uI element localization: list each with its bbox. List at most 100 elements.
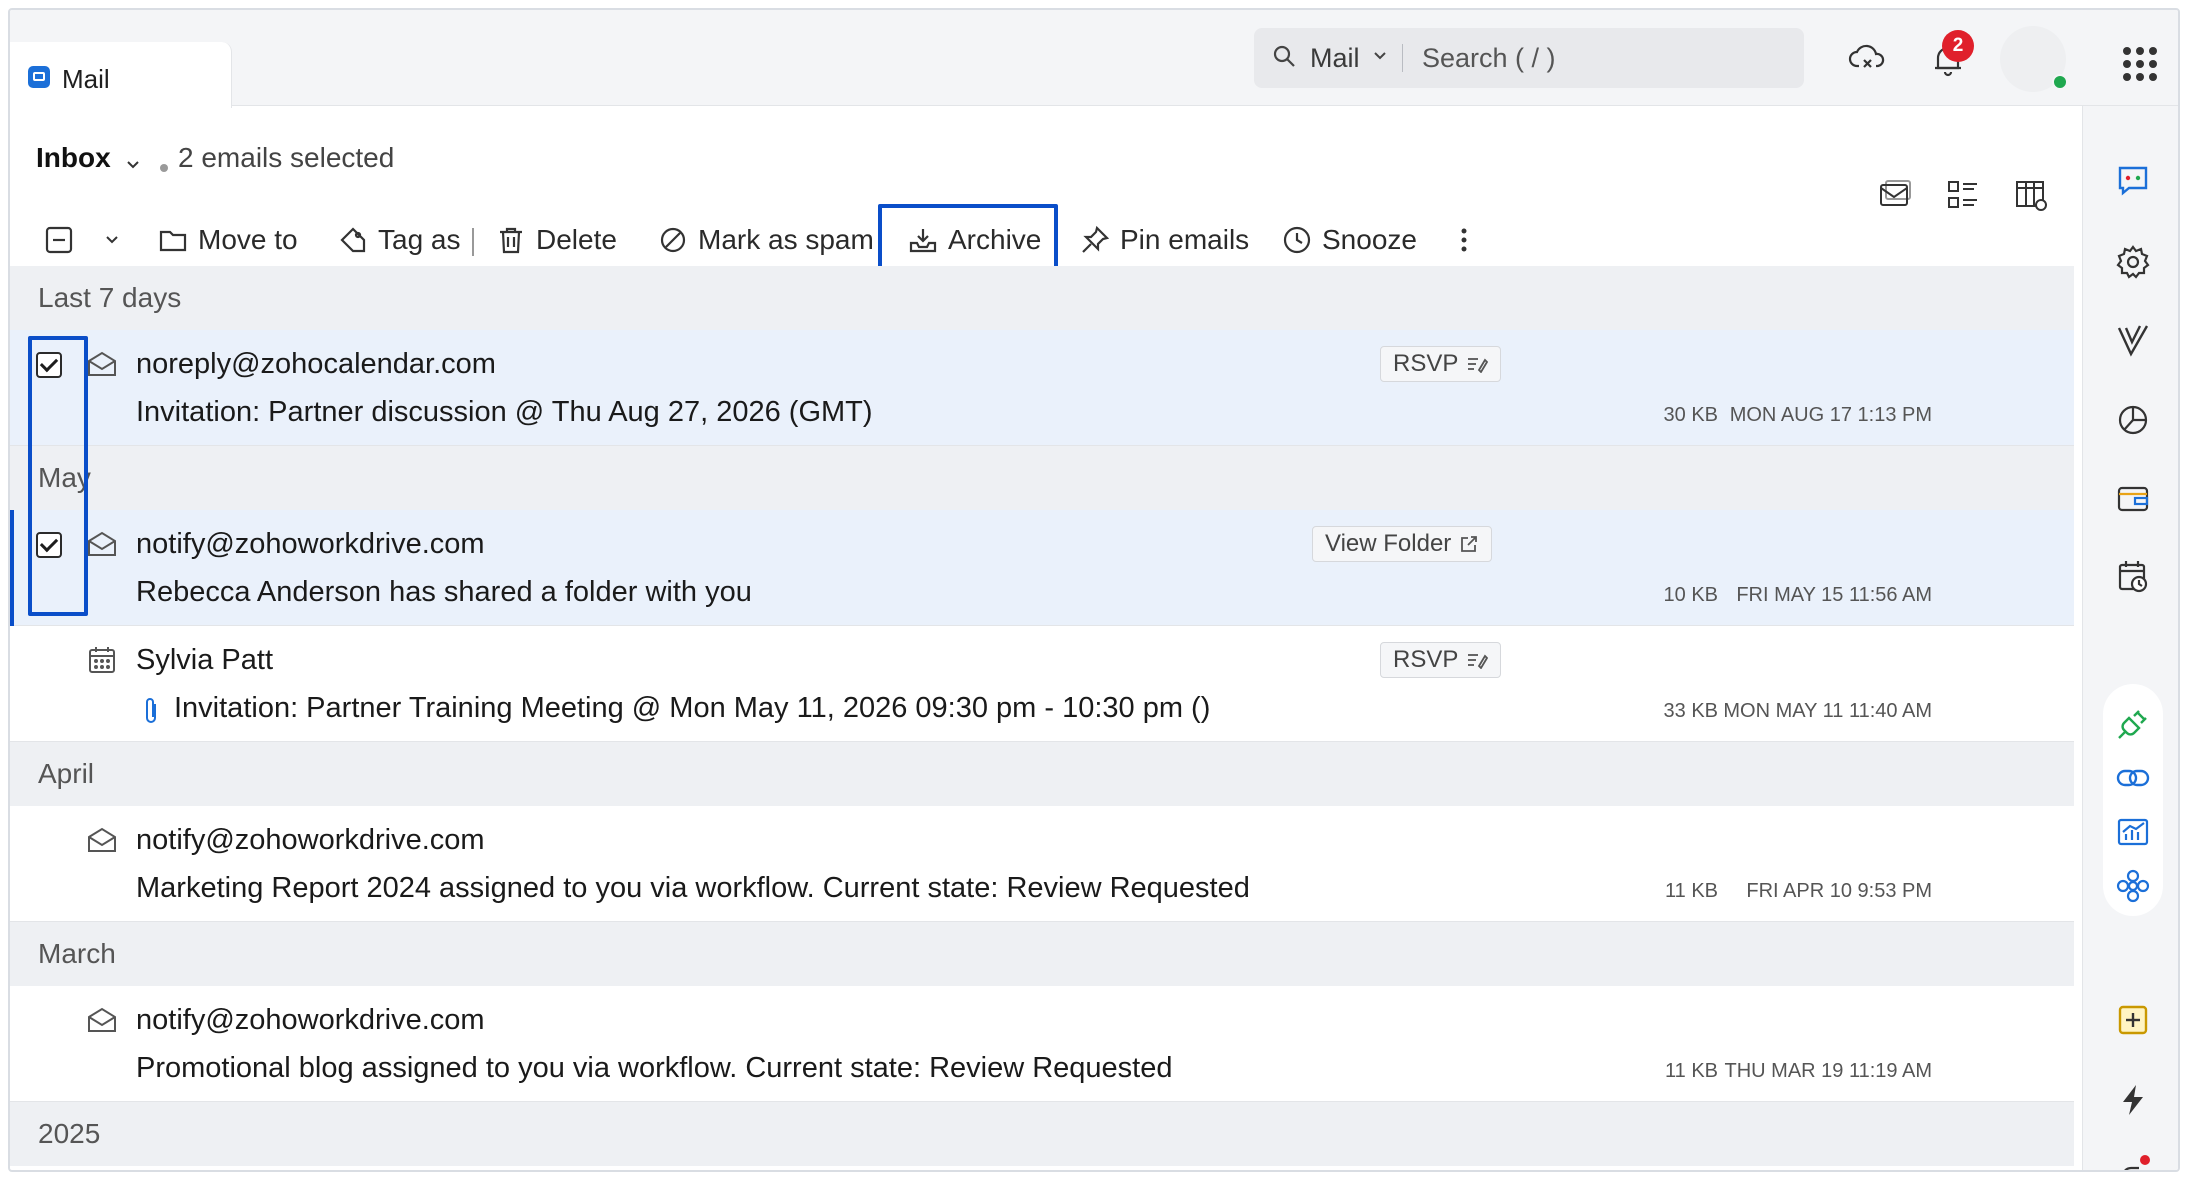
pin-emails-button[interactable]: Pin emails [1080, 210, 1249, 270]
email-subject: Promotional blog assigned to you via wor… [136, 1052, 1173, 1084]
header-dot-separator [160, 164, 168, 172]
select-minus-icon [45, 226, 73, 254]
snooze-button[interactable]: Snooze [1282, 210, 1417, 270]
email-size: 30 KB [1663, 404, 1718, 426]
snooze-label: Snooze [1322, 224, 1417, 255]
chevron-down-icon[interactable] [126, 158, 140, 172]
folder-icon [159, 230, 187, 252]
folder-title[interactable]: Inbox [36, 142, 111, 174]
card-wallet-icon[interactable] [2115, 480, 2151, 516]
calendar-icon [89, 647, 115, 673]
attachment-icon [146, 698, 156, 723]
chat-bot-icon[interactable] [2115, 162, 2151, 198]
rsvp-button[interactable]: RSVP [1380, 642, 1502, 678]
delete-label: Delete [536, 224, 617, 255]
hand-wave-icon[interactable] [2115, 1154, 2151, 1172]
external-link-icon [1461, 536, 1478, 552]
mail-logo-icon [28, 66, 50, 88]
email-size: 33 KB [1663, 700, 1718, 722]
pie-chart-icon[interactable] [2115, 402, 2151, 438]
search-divider [1402, 44, 1403, 72]
email-row[interactable]: noreply@zohocalendar.com RSVP Invitation… [10, 330, 2074, 446]
email-sender: notify@zohoworkdrive.com [136, 824, 485, 856]
group-header-march: March [10, 922, 2074, 986]
spam-block-icon [660, 227, 686, 253]
app-window: Mail Mail Search ( / ) 2 Inbox 2 emails … [8, 8, 2180, 1172]
mark-as-spam-button[interactable]: Mark as spam [658, 210, 874, 270]
column-settings-icon[interactable] [2014, 178, 2048, 212]
view-folder-button[interactable]: View Folder [1312, 526, 1493, 562]
email-date: FRI MAY 15 11:56 AM [1736, 584, 1932, 606]
email-sender: notify@zohoworkdrive.com [136, 528, 485, 560]
search-box[interactable]: Mail Search ( / ) [1254, 28, 1804, 88]
lightning-icon[interactable] [2115, 1082, 2151, 1118]
settings-gear-icon[interactable] [2115, 244, 2151, 280]
top-bar: Mail Mail Search ( / ) 2 [10, 10, 2178, 108]
email-sender: notify@zohoworkdrive.com [136, 1004, 485, 1036]
search-icon [1273, 45, 1295, 67]
email-size: 11 KB [1665, 1060, 1718, 1082]
tab-label: Mail [62, 64, 110, 94]
email-subject: Rebecca Anderson has shared a folder wit… [136, 576, 752, 608]
vault-icon[interactable] [2115, 322, 2151, 358]
reading-pane-icon[interactable] [1878, 178, 1912, 212]
tab-mail[interactable]: Mail [10, 42, 232, 108]
tag-as-label: Tag as [378, 224, 461, 255]
select-options-dropdown[interactable] [104, 210, 130, 270]
envelope-open-icon [88, 531, 116, 556]
tag-icon [340, 227, 366, 253]
envelope-open-icon [88, 351, 116, 376]
mark-as-spam-label: Mark as spam [698, 224, 874, 255]
link-chain-icon[interactable] [2115, 760, 2151, 796]
group-header-may: May [10, 446, 2074, 510]
cloud-sync-icon[interactable] [1848, 38, 1888, 78]
app-grid-icon[interactable] [2122, 46, 2158, 82]
delete-button[interactable]: Delete [496, 210, 617, 270]
select-all-checkbox[interactable] [44, 210, 84, 270]
email-row[interactable]: notify@zohoworkdrive.com View Folder Reb… [10, 510, 2074, 626]
archive-highlight [878, 204, 1058, 274]
rsvp-edit-icon [1468, 358, 1489, 373]
email-row[interactable]: notify@zohoworkdrive.com Promotional blo… [10, 986, 2074, 1102]
group-header-2025: 2025 [10, 1102, 2074, 1166]
chevron-down-icon [106, 236, 118, 244]
tag-as-button[interactable]: Tag as [338, 210, 461, 270]
email-size: 11 KB [1665, 880, 1718, 902]
envelope-open-icon [88, 1007, 116, 1032]
pin-icon [1082, 225, 1110, 253]
flower-icon[interactable] [2115, 868, 2151, 904]
email-subject: Marketing Report 2024 assigned to you vi… [136, 872, 1250, 904]
email-date: MON AUG 17 1:13 PM [1729, 404, 1932, 426]
email-size: 10 KB [1663, 584, 1718, 606]
checkbox-column-highlight [28, 336, 88, 616]
email-row[interactable]: notify@zohoworkdrive.com Marketing Repor… [10, 806, 2074, 922]
search-input[interactable]: Search ( / ) [1422, 43, 1556, 74]
envelope-open-icon [88, 827, 116, 852]
toolbar-separator [472, 228, 474, 256]
plug-icon[interactable] [2115, 706, 2151, 742]
rsvp-button[interactable]: RSVP [1380, 346, 1502, 382]
right-sidebar [2082, 106, 2178, 1172]
more-options-button[interactable] [1458, 210, 1480, 270]
group-header-april: April [10, 742, 2074, 806]
rsvp-edit-icon [1468, 654, 1489, 669]
selection-count: 2 emails selected [178, 142, 395, 173]
calendar-clock-icon[interactable] [2115, 558, 2151, 594]
selection-indicator-bar [10, 510, 14, 626]
group-header-last-7-days: Last 7 days [10, 266, 2074, 330]
chevron-down-icon[interactable] [1372, 48, 1388, 64]
list-view-icon[interactable] [1946, 178, 1980, 212]
email-sender: Sylvia Patt [136, 644, 273, 676]
email-subject: Invitation: Partner Training Meeting @ M… [174, 692, 1211, 724]
presence-status-dot [2052, 74, 2068, 90]
more-vertical-icon [1461, 228, 1467, 252]
search-scope[interactable]: Mail [1310, 43, 1360, 74]
email-date: FRI APR 10 9:53 PM [1746, 880, 1932, 902]
email-subject: Invitation: Partner discussion @ Thu Aug… [136, 396, 873, 428]
move-to-button[interactable]: Move to [158, 210, 298, 270]
analytics-icon[interactable] [2115, 814, 2151, 850]
add-note-icon[interactable] [2115, 1002, 2151, 1038]
move-to-label: Move to [198, 224, 298, 255]
email-row[interactable]: Sylvia Patt RSVP Invitation: Partner Tra… [10, 626, 2074, 742]
trash-icon [500, 227, 522, 254]
